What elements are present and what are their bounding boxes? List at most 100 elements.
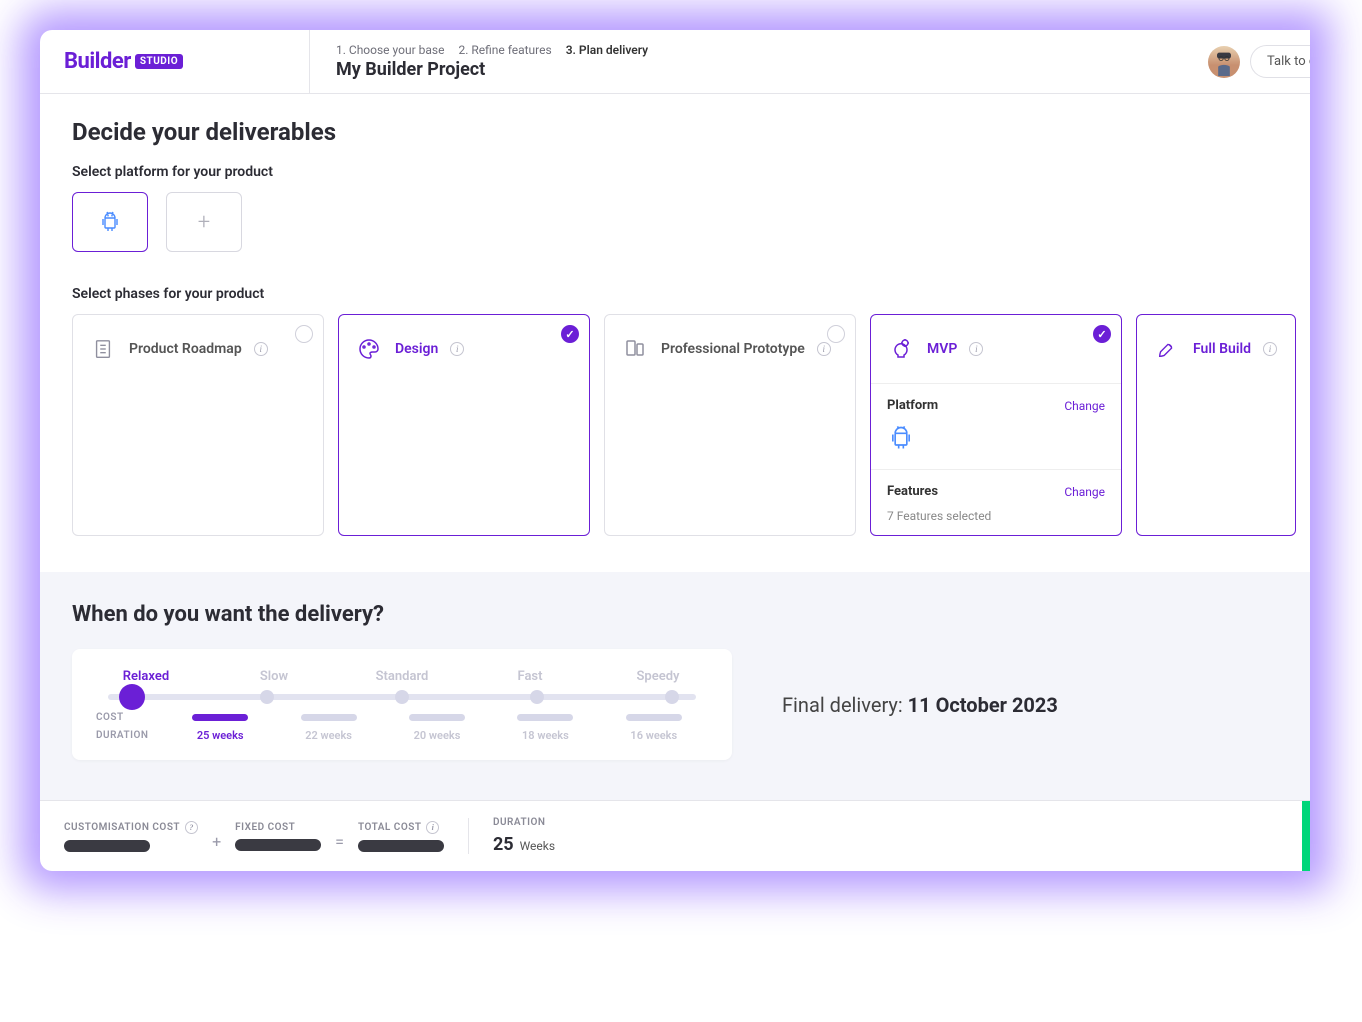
slider-stop[interactable]	[395, 690, 409, 704]
speed-fast[interactable]: Fast	[480, 669, 580, 684]
phases-row: Product Roadmap i Design i	[72, 314, 1278, 536]
android-icon	[98, 209, 122, 235]
devices-icon	[621, 335, 649, 363]
speed-slow[interactable]: Slow	[224, 669, 324, 684]
person-icon	[1210, 48, 1238, 76]
cost-bar	[409, 714, 465, 721]
info-icon[interactable]: i	[969, 342, 983, 356]
header-center: 1. Choose your base 2. Refine features 3…	[310, 43, 1208, 80]
final-delivery-date: 11 October 2023	[908, 693, 1058, 717]
project-name: My Builder Project	[336, 59, 1208, 80]
logo[interactable]: Builder STUDIO	[40, 30, 310, 93]
platform-row: +	[72, 192, 1278, 252]
plus-operator: +	[212, 822, 221, 851]
delivery-section: When do you want the delivery? Relaxed S…	[40, 572, 1310, 800]
cost-bar	[192, 714, 248, 721]
cost-bar	[301, 714, 357, 721]
duration-meta-label: DURATION	[96, 730, 166, 741]
change-platform-link[interactable]: Change	[1064, 399, 1105, 413]
platform-section-label: Select platform for your product	[72, 164, 1278, 180]
slider-stop[interactable]	[260, 690, 274, 704]
final-delivery-text: Final delivery: 11 October 2023	[782, 693, 1058, 717]
total-cost: TOTAL COST i	[358, 821, 444, 852]
talk-to-experts-button[interactable]: Talk to our experts	[1250, 45, 1310, 78]
info-icon[interactable]: i	[817, 342, 831, 356]
phase-title: MVP	[927, 341, 957, 357]
duration-unit: Weeks	[520, 839, 555, 853]
android-icon	[887, 423, 915, 453]
document-icon	[89, 335, 117, 363]
app-frame: Builder STUDIO 1. Choose your base 2. Re…	[40, 30, 1310, 871]
avatar[interactable]	[1208, 46, 1240, 78]
progress-steps: 1. Choose your base 2. Refine features 3…	[336, 43, 1208, 57]
mvp-details: Platform Change Feature	[871, 383, 1121, 535]
slider-handle[interactable]	[119, 684, 145, 710]
fixed-cost-label: FIXED COST	[235, 822, 295, 833]
phase-prototype[interactable]: Professional Prototype i	[604, 314, 856, 536]
platform-android[interactable]	[72, 192, 148, 252]
header: Builder STUDIO 1. Choose your base 2. Re…	[40, 30, 1310, 94]
change-features-link[interactable]: Change	[1064, 485, 1105, 499]
duration-value: 25	[493, 834, 514, 855]
step-2[interactable]: 2. Refine features	[458, 43, 551, 57]
phase-title: Professional Prototype	[661, 341, 805, 357]
slider-stop[interactable]	[665, 690, 679, 704]
checkbox-roadmap[interactable]	[295, 325, 313, 343]
phase-product-roadmap[interactable]: Product Roadmap i	[72, 314, 324, 536]
duration-display: DURATION 25 Weeks	[493, 817, 555, 855]
checkbox-design[interactable]	[561, 325, 579, 343]
plus-icon: +	[198, 210, 210, 235]
features-selected-text: 7 Features selected	[887, 509, 1105, 523]
speed-relaxed[interactable]: Relaxed	[96, 669, 196, 684]
speed-speedy[interactable]: Speedy	[608, 669, 708, 684]
footer-bar: CUSTOMISATION COST ? + FIXED COST = TOTA…	[40, 800, 1310, 871]
info-icon[interactable]: i	[450, 342, 464, 356]
cost-bar	[517, 714, 573, 721]
phase-mvp[interactable]: MVP i Platform Change	[870, 314, 1122, 536]
duration-standard: 20 weeks	[383, 729, 491, 742]
step-3[interactable]: 3. Plan delivery	[566, 43, 648, 57]
lightbulb-gear-icon	[887, 335, 915, 363]
slider-stop[interactable]	[530, 690, 544, 704]
equals-operator: =	[335, 822, 344, 851]
mvp-features-label: Features	[887, 484, 938, 499]
fixed-cost: FIXED COST	[235, 822, 321, 851]
platform-add[interactable]: +	[166, 192, 242, 252]
duration-slow: 22 weeks	[274, 729, 382, 742]
checkbox-prototype[interactable]	[827, 325, 845, 343]
step-1[interactable]: 1. Choose your base	[336, 43, 444, 57]
divider	[468, 818, 469, 854]
logo-text: Builder	[64, 49, 131, 74]
phase-full-build[interactable]: Full Build i	[1136, 314, 1296, 536]
info-icon[interactable]: i	[1263, 342, 1277, 356]
rocket-icon	[1153, 335, 1181, 363]
info-icon[interactable]: i	[426, 821, 439, 834]
speed-standard[interactable]: Standard	[352, 669, 452, 684]
page-title: Decide your deliverables	[72, 118, 1278, 146]
main-content: Decide your deliverables Select platform…	[40, 94, 1310, 800]
phase-title: Design	[395, 341, 438, 357]
palette-icon	[355, 335, 383, 363]
checkbox-mvp[interactable]	[1093, 325, 1111, 343]
final-delivery-label: Final delivery:	[782, 693, 908, 717]
customisation-cost-label: CUSTOMISATION COST	[64, 822, 180, 833]
speed-selector: Relaxed Slow Standard Fast Speedy	[72, 649, 732, 760]
duration-speedy: 16 weeks	[600, 729, 708, 742]
customisation-cost: CUSTOMISATION COST ?	[64, 821, 198, 852]
info-icon[interactable]: i	[254, 342, 268, 356]
cost-bar	[626, 714, 682, 721]
redacted-value	[64, 840, 150, 852]
duration-relaxed: 25 weeks	[166, 729, 274, 742]
proceed-edge[interactable]	[1302, 801, 1310, 871]
cost-meta-label: COST	[96, 712, 166, 723]
phase-design[interactable]: Design i	[338, 314, 590, 536]
redacted-value	[358, 840, 444, 852]
phase-title: Product Roadmap	[129, 341, 242, 357]
help-icon[interactable]: ?	[185, 821, 198, 834]
total-cost-label: TOTAL COST	[358, 822, 422, 833]
speed-slider[interactable]	[108, 694, 696, 700]
phase-title: Full Build	[1193, 341, 1251, 357]
footer-duration-label: DURATION	[493, 817, 546, 828]
delivery-title: When do you want the delivery?	[72, 602, 1278, 627]
duration-fast: 18 weeks	[491, 729, 599, 742]
